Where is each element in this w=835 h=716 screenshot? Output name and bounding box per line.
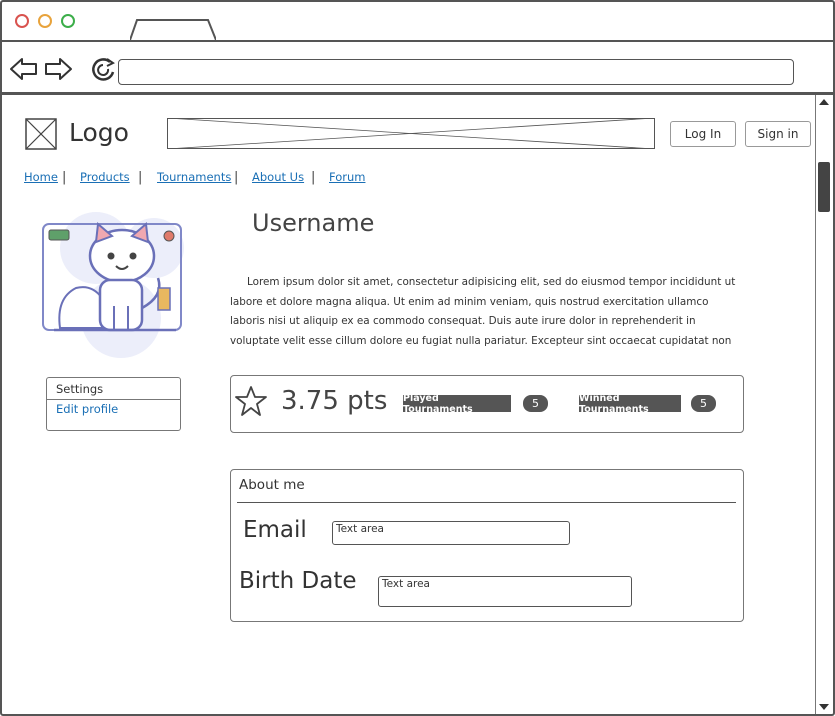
close-dot[interactable] [15,14,29,28]
login-button[interactable]: Log In [670,121,736,147]
won-tournaments-count: 5 [691,395,716,412]
divider [237,502,736,503]
scrollbar-thumb[interactable] [818,162,830,212]
maximize-dot[interactable] [61,14,75,28]
browser-tab[interactable] [130,18,216,40]
won-tournaments-label: Winned Tournaments [579,393,681,415]
menu-item-products[interactable]: Products [80,170,130,184]
signin-button[interactable]: Sign in [745,121,811,147]
about-me-title: About me [239,477,305,493]
birth-date-label: Birth Date [239,568,357,594]
scroll-up-icon[interactable] [819,99,829,105]
banner-placeholder [167,118,655,149]
menu-separator: | [234,170,239,185]
arrow-left-icon[interactable] [9,56,39,82]
reload-icon[interactable] [89,56,119,82]
menu-separator: | [62,170,67,185]
divider [47,399,180,400]
settings-panel: Settings Edit profile [46,377,181,431]
profile-bio: Lorem ipsum dolor sit amet, consectetur … [230,276,736,347]
about-me-panel: About me Email Text area Birth Date Text… [230,469,744,622]
minimize-dot[interactable] [38,14,52,28]
menu-item-home[interactable]: Home [24,170,58,184]
scrollbar[interactable] [815,95,831,714]
menu-separator: | [138,170,143,185]
menu-separator: | [311,170,316,185]
edit-profile-link[interactable]: Edit profile [56,402,118,416]
username-heading: Username [252,209,375,237]
scroll-down-icon[interactable] [819,704,829,710]
played-tournaments-label: Played Tournaments [403,393,511,415]
arrow-right-icon[interactable] [43,56,73,82]
logo-image-icon [25,118,57,150]
menu-item-about-us[interactable]: About Us [252,170,304,184]
address-bar[interactable] [118,59,794,85]
points-value: 3.75 pts [281,386,388,416]
menu-item-forum[interactable]: Forum [329,170,365,184]
cat-avatar-image [42,212,184,358]
browser-toolbar [2,42,833,95]
menu-item-tournaments[interactable]: Tournaments [157,170,231,184]
email-label: Email [243,517,307,543]
birth-date-field[interactable]: Text area [378,576,632,607]
settings-title: Settings [56,382,104,396]
title-bar [2,2,833,42]
star-icon [235,386,267,416]
played-tournaments-count: 5 [523,395,548,412]
logo-text: Logo [69,118,129,147]
email-field[interactable]: Text area [332,521,570,545]
stats-panel: 3.75 pts Played Tournaments 5 Winned Tou… [230,375,744,433]
